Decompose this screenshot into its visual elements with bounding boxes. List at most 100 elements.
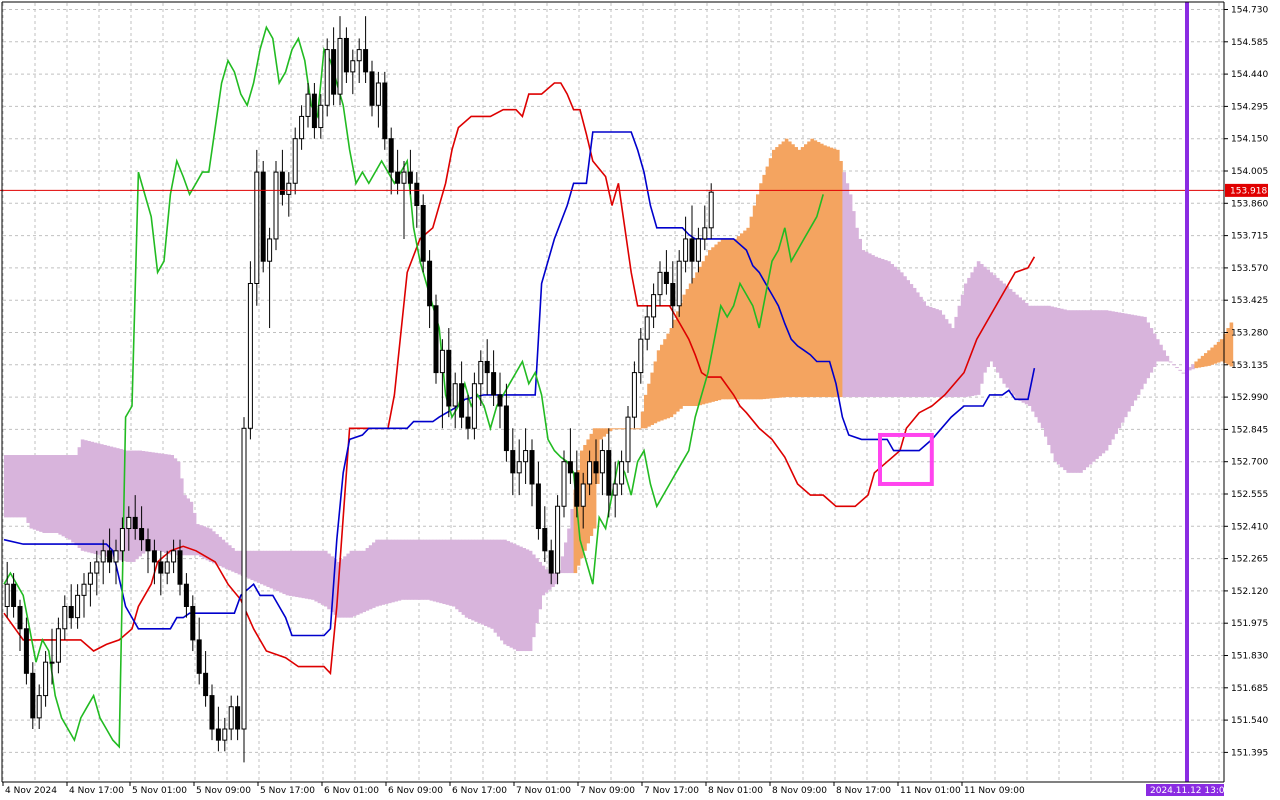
cloud-slice <box>1050 306 1054 454</box>
cloud-slice <box>314 550 318 602</box>
cloud-slice <box>397 539 402 601</box>
candle-body-bull <box>164 561 170 574</box>
cloud-slice <box>340 559 344 618</box>
cloud-slice <box>842 172 846 398</box>
candle-body-bull <box>375 82 381 106</box>
candle-body-bull <box>100 550 106 563</box>
cloud-slice <box>644 394 648 429</box>
candle-body-bull <box>580 483 586 507</box>
cloud-slice <box>1117 312 1122 429</box>
cloud-slice <box>1047 305 1051 445</box>
y-tick-label: 153.280 <box>1231 329 1268 339</box>
cloud-slice <box>1197 358 1202 368</box>
candle-body-bear <box>497 394 503 407</box>
cloud-slice <box>736 236 741 400</box>
y-tick-label: 154.005 <box>1231 167 1268 177</box>
y-tick-label: 151.685 <box>1231 684 1268 694</box>
cloud-slice <box>458 539 462 613</box>
cloud-slice <box>429 539 434 601</box>
cloud-slice <box>855 227 859 398</box>
y-tick-label: 152.120 <box>1231 587 1268 597</box>
cloud-slice <box>487 539 491 628</box>
cloud-slice <box>365 548 370 611</box>
cloud-slice <box>1044 305 1048 437</box>
candle-body-bull <box>356 49 362 62</box>
cloud-slice <box>858 238 862 398</box>
cloud-slice <box>1085 310 1090 468</box>
candle-body-bear <box>107 550 113 563</box>
cloud-slice <box>493 539 498 633</box>
cloud-slice <box>532 554 536 638</box>
cloud-slice <box>304 550 309 599</box>
candle-body-bull <box>94 561 100 574</box>
cloud-slice <box>352 550 357 617</box>
cloud-slice <box>1053 307 1058 462</box>
cloud-slice <box>394 539 398 602</box>
candle-body-bull <box>318 104 324 129</box>
time-marker-label: 2024.11.12 13:00 <box>1150 786 1231 796</box>
cloud-slice <box>448 539 453 606</box>
y-tick-label: 154.730 <box>1231 6 1268 16</box>
cloud-slice <box>839 160 843 398</box>
cloud-slice <box>618 428 622 430</box>
cloud-slice <box>551 573 555 588</box>
cloud-slice <box>621 428 626 430</box>
cloud-slice <box>692 277 696 407</box>
cloud-slice <box>880 258 885 398</box>
y-tick-label: 153.715 <box>1231 232 1268 242</box>
cloud-slice <box>759 183 763 400</box>
candle-body-bull <box>478 360 484 385</box>
cloud-slice <box>772 149 776 399</box>
cloud-slice <box>752 205 757 400</box>
y-tick-label: 153.570 <box>1231 264 1268 274</box>
candle-body-bull <box>625 416 631 463</box>
cloud-slice <box>647 383 651 427</box>
candle-body-bull <box>471 383 477 429</box>
cloud-slice <box>599 428 603 440</box>
x-tick-label: 8 Nov 09:00 <box>772 786 827 796</box>
candle-body-bull <box>555 505 561 574</box>
cloud-slice <box>253 550 258 582</box>
cloud-slice <box>1136 315 1141 395</box>
cloud-slice <box>743 230 747 400</box>
candle-body-bull <box>676 260 682 307</box>
cloud-slice <box>295 550 299 598</box>
cloud-slice <box>388 539 392 604</box>
candle-body-bull <box>241 427 247 730</box>
cloud-slice <box>167 454 171 555</box>
cloud-slice <box>128 450 133 562</box>
cloud-slice <box>1172 364 1176 366</box>
cloud-slice <box>484 539 488 626</box>
candle-body-bear <box>491 372 497 396</box>
cloud-slice <box>157 453 162 551</box>
y-tick-label: 152.990 <box>1231 393 1268 403</box>
cloud-slice <box>256 550 261 583</box>
cloud-slice <box>68 455 72 540</box>
cloud-slice <box>861 250 866 398</box>
cloud-slice <box>1005 286 1010 388</box>
cloud-slice <box>349 550 354 618</box>
candle-body-bull <box>612 483 618 496</box>
x-tick-label: 5 Nov 09:00 <box>196 786 251 796</box>
cloud-slice <box>589 433 594 536</box>
cloud-slice <box>471 539 475 621</box>
cloud-slice <box>980 264 984 384</box>
x-tick-label: 7 Nov 01:00 <box>516 786 571 796</box>
cloud-slice <box>640 411 645 429</box>
cloud-slice <box>711 247 715 402</box>
cloud-slice <box>455 539 459 610</box>
cloud-slice <box>672 319 677 415</box>
cloud-slice <box>516 545 520 652</box>
cloud-slice <box>631 428 635 430</box>
y-tick-label: 152.845 <box>1231 425 1268 435</box>
cloud-slice <box>1066 310 1070 473</box>
candle-body-bear <box>407 171 413 184</box>
cloud-slice <box>468 539 472 620</box>
ichimoku-chart[interactable]: 154.730 154.585 154.440 154.295 154.150 154.0… <box>0 0 1280 800</box>
candle <box>273 160 279 251</box>
candle-body-bear <box>593 461 599 474</box>
current-price-tag: 153.918 <box>1225 183 1268 197</box>
x-tick-label: 7 Nov 09:00 <box>580 786 635 796</box>
cloud-slice <box>660 344 664 421</box>
cloud-slice <box>1191 364 1195 370</box>
